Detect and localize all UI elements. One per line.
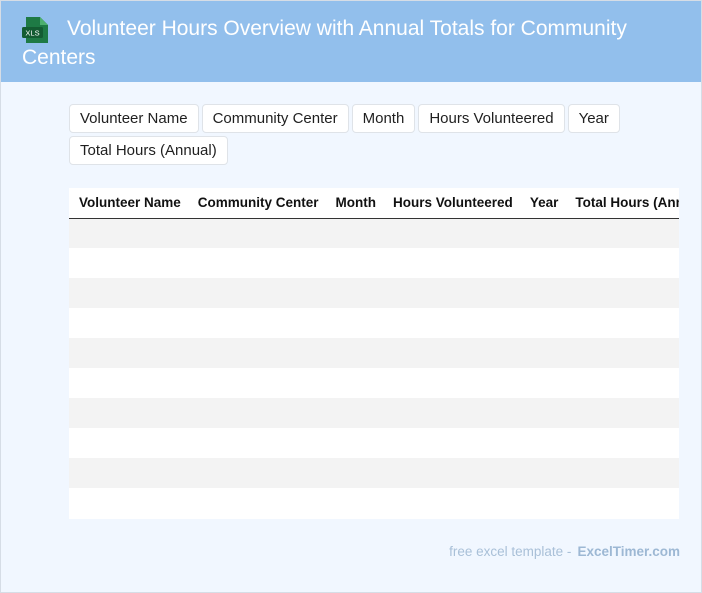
column-chip-list: Volunteer Name Community Center Month Ho…: [69, 104, 639, 165]
table-row: [69, 488, 679, 518]
table-header-row: Volunteer Name Community Center Month Ho…: [69, 188, 679, 219]
header-month: Month: [325, 188, 384, 219]
table-row: [69, 428, 679, 458]
header-hours-volunteered: Hours Volunteered: [383, 188, 520, 219]
footer-brand-link[interactable]: ExcelTimer.com: [577, 544, 680, 559]
page-title: Volunteer Hours Overview with Annual Tot…: [22, 17, 627, 69]
table-row: [69, 398, 679, 428]
footer-text: free excel template -: [449, 544, 572, 559]
table-body: [69, 218, 679, 518]
table-row: [69, 248, 679, 278]
table-row: [69, 368, 679, 398]
chip-total-hours-annual[interactable]: Total Hours (Annual): [69, 136, 228, 165]
table-row: [69, 278, 679, 308]
chip-volunteer-name[interactable]: Volunteer Name: [69, 104, 199, 133]
header-total-hours-annual: Total Hours (Annual): [565, 188, 679, 219]
header-community-center: Community Center: [187, 188, 326, 219]
chip-community-center[interactable]: Community Center: [201, 104, 349, 133]
table-row: [69, 458, 679, 488]
data-table-container: Volunteer Name Community Center Month Ho…: [69, 188, 679, 519]
page-header: XLS Volunteer Hours Overview with Annual…: [1, 1, 701, 82]
header-year: Year: [519, 188, 566, 219]
table-row: [69, 338, 679, 368]
chip-year[interactable]: Year: [567, 104, 620, 133]
header-volunteer-name: Volunteer Name: [69, 188, 188, 219]
data-table: Volunteer Name Community Center Month Ho…: [69, 188, 679, 518]
footer-credit: free excel template - ExcelTimer.com: [449, 544, 680, 559]
table-row: [69, 218, 679, 248]
chip-month[interactable]: Month: [351, 104, 416, 133]
chip-hours-volunteered[interactable]: Hours Volunteered: [418, 104, 565, 133]
table-row: [69, 308, 679, 338]
